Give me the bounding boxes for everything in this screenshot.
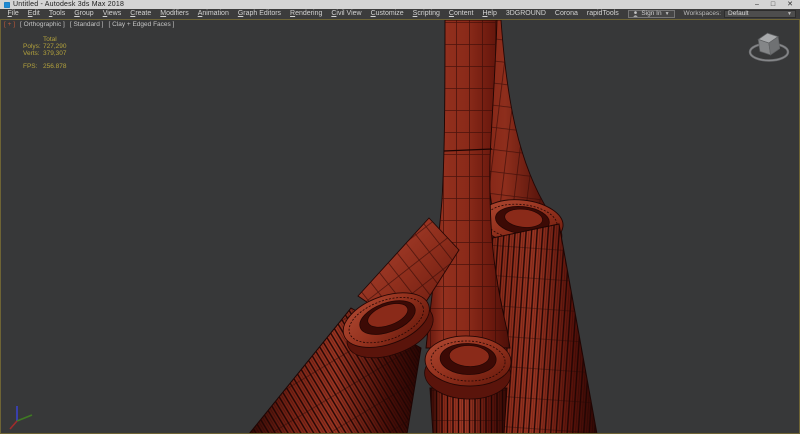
viewcube[interactable] [746,25,792,67]
sign-in-label: Sign In [641,9,661,19]
chevron-down-icon: ▼ [665,9,670,19]
collar-center [424,335,512,401]
chevron-down-icon: ▼ [787,9,792,19]
workspaces-label: Workspaces: [684,9,721,19]
stats-fps: FPS:256.878 [23,63,67,70]
stats-fps-label: FPS: [23,63,43,70]
user-icon [633,11,638,17]
viewport-general-menu[interactable]: [ + ] [4,20,15,29]
menu-help[interactable]: Help [478,9,501,19]
menu-items: FileEditToolsGroupViewsCreateModifiersAn… [3,9,623,19]
maximize-button[interactable]: □ [771,0,775,9]
stats-fps-value: 256.878 [43,63,67,70]
stats-header-label [23,36,43,43]
stats-verts-value: 379,307 [43,50,67,57]
menu-content[interactable]: Content [444,9,478,19]
stats-polys-label: Polys: [23,43,43,50]
menu-rendering[interactable]: Rendering [286,9,327,19]
workspaces-value: Default [728,9,749,19]
menu-civil-view[interactable]: Civil View [327,9,366,19]
menu-tools[interactable]: Tools [44,9,69,19]
stats-polys-value: 727,290 [43,43,67,50]
viewport-shading-menu[interactable]: [ Clay + Edged Faces ] [108,20,174,29]
app-icon [4,2,10,8]
menu-rapidtools[interactable]: rapidTools [582,9,623,19]
viewcube-cube [758,32,781,57]
sign-in-button[interactable]: Sign In ▼ [628,10,674,18]
minimize-button[interactable]: – [755,0,759,9]
stats-header-value: Total [43,36,57,43]
viewport-pov-menu[interactable]: [ Orthographic ] [20,20,65,29]
menu-3dground[interactable]: 3DGROUND [501,9,550,19]
window-title: Untitled - Autodesk 3ds Max 2018 [13,0,124,9]
menu-edit[interactable]: Edit [23,9,44,19]
menu-corona[interactable]: Corona [550,9,582,19]
menu-bar: FileEditToolsGroupViewsCreateModifiersAn… [0,9,800,19]
x-axis [10,421,17,429]
model-branching-columns [249,20,597,433]
menu-modifiers[interactable]: Modifiers [156,9,193,19]
stats-verts-label: Verts: [23,50,43,57]
stats-verts: Verts:379,307 [23,50,67,57]
menu-file[interactable]: File [3,9,23,19]
menu-graph-editors[interactable]: Graph Editors [233,9,285,19]
y-axis [17,415,32,421]
window-controls: – □ ✕ [755,0,796,9]
workspaces-dropdown[interactable]: Default ▼ [724,10,796,18]
menu-customize[interactable]: Customize [366,9,408,19]
stats-polys: Polys:727,290 [23,43,67,50]
viewport-canvas[interactable] [1,20,799,433]
menu-group[interactable]: Group [70,9,98,19]
viewport-statistics: TotalPolys:727,290Verts:379,307FPS:256.8… [23,36,67,70]
viewport-style-menu[interactable]: [ Standard ] [70,20,104,29]
menu-scripting[interactable]: Scripting [408,9,444,19]
menu-create[interactable]: Create [126,9,156,19]
menu-animation[interactable]: Animation [193,9,233,19]
world-axis-gizmo [6,399,38,431]
viewport-label-row: [ + ] [ Orthographic ] [ Standard ] [ Cl… [4,20,174,29]
menu-views[interactable]: Views [98,9,126,19]
title-bar: Untitled - Autodesk 3ds Max 2018 – □ ✕ [0,0,800,9]
close-button[interactable]: ✕ [787,0,793,9]
viewport: [ + ] [ Orthographic ] [ Standard ] [ Cl… [0,19,800,434]
stats-header: Total [23,36,67,43]
